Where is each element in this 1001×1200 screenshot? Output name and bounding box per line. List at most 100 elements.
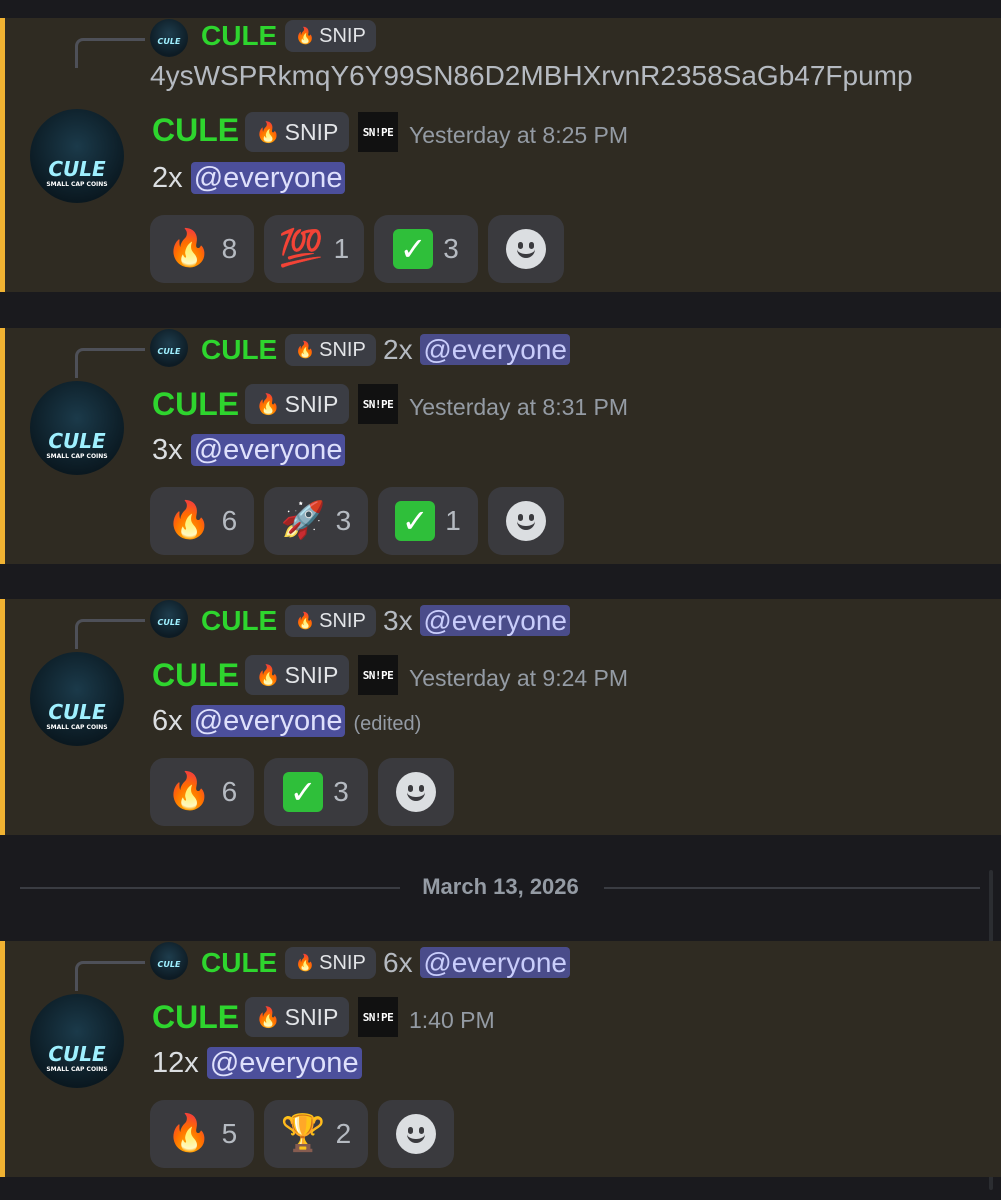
- mention-everyone[interactable]: @everyone: [190, 705, 346, 737]
- reply-role-tag[interactable]: 🔥 SNIP: [285, 334, 376, 366]
- reply-avatar[interactable]: CULE: [150, 19, 188, 57]
- avatar-label: CULE: [48, 157, 106, 181]
- reaction-check[interactable]: ✓ 1: [378, 487, 478, 555]
- timestamp[interactable]: Yesterday at 8:31 PM: [409, 394, 628, 421]
- avatar-sublabel: SMALL CAP COINS: [46, 724, 108, 731]
- reply-content[interactable]: 4ysWSPRkmqY6Y99SN86D2MBHXrvnR2358SaGb47F…: [150, 60, 913, 92]
- reaction-trophy[interactable]: 🏆 2: [264, 1100, 368, 1168]
- fire-icon: 🔥: [295, 955, 316, 972]
- reaction-fire[interactable]: 🔥 5: [150, 1100, 254, 1168]
- user-avatar[interactable]: CULE SMALL CAP COINS: [30, 109, 124, 203]
- role-tag[interactable]: 🔥 SNIP: [245, 112, 349, 152]
- reaction-fire[interactable]: 🔥 6: [150, 487, 254, 555]
- avatar-label: CULE: [48, 1042, 106, 1066]
- mention-everyone[interactable]: @everyone: [420, 334, 570, 365]
- role-tag-label: SNIP: [284, 390, 339, 417]
- username[interactable]: CULE: [152, 999, 239, 1036]
- fire-icon: 🔥: [166, 1113, 212, 1154]
- reply-role-tag[interactable]: 🔥 SNIP: [285, 947, 376, 979]
- avatar-label: CULE: [48, 700, 106, 724]
- smiley-icon: [506, 229, 546, 269]
- username[interactable]: CULE: [152, 657, 239, 694]
- message-content: 3x @everyone: [152, 434, 346, 467]
- reply-content[interactable]: 6x @everyone: [383, 947, 570, 979]
- user-avatar[interactable]: CULE SMALL CAP COINS: [30, 994, 124, 1088]
- avatar-sublabel: SMALL CAP COINS: [46, 181, 108, 188]
- message-content: 6x @everyone (edited): [152, 705, 421, 738]
- reply-role-tag[interactable]: 🔥 SNIP: [285, 20, 376, 52]
- role-tag[interactable]: 🔥 SNIP: [245, 997, 349, 1037]
- role-tag-label: SNIP: [284, 1003, 339, 1030]
- snipe-badge-icon: SN!PE: [358, 655, 398, 695]
- check-mark-icon: ✓: [283, 772, 324, 812]
- username[interactable]: CULE: [152, 386, 239, 423]
- reply-connector: [75, 961, 145, 991]
- timestamp[interactable]: Yesterday at 8:25 PM: [409, 122, 628, 149]
- reply-username[interactable]: CULE: [201, 605, 277, 637]
- add-reaction-button[interactable]: [378, 1100, 454, 1168]
- timestamp[interactable]: Yesterday at 9:24 PM: [409, 665, 628, 692]
- role-tag[interactable]: 🔥 SNIP: [245, 384, 349, 424]
- reply-username[interactable]: CULE: [201, 20, 277, 52]
- message-content: 12x @everyone: [152, 1047, 362, 1080]
- avatar-label: CULE: [157, 347, 181, 356]
- timestamp[interactable]: 1:40 PM: [409, 1007, 495, 1034]
- fire-icon: 🔥: [295, 613, 316, 630]
- reaction-count: 3: [333, 776, 349, 807]
- reply-avatar[interactable]: CULE: [150, 329, 188, 367]
- fire-icon: 🔥: [255, 121, 281, 144]
- message-2[interactable]: CULE CULE 🔥 SNIP 2x @everyone CULE SMALL …: [0, 328, 1001, 564]
- user-avatar[interactable]: CULE SMALL CAP COINS: [30, 381, 124, 475]
- reaction-fire[interactable]: 🔥 8: [150, 215, 254, 283]
- check-mark-icon: ✓: [395, 501, 436, 541]
- add-reaction-button[interactable]: [378, 758, 454, 826]
- rocket-icon: 🚀: [280, 500, 326, 541]
- reply-avatar[interactable]: CULE: [150, 600, 188, 638]
- reply-role-tag[interactable]: 🔥 SNIP: [285, 605, 376, 637]
- smiley-icon: [396, 1114, 436, 1154]
- mention-everyone[interactable]: @everyone: [190, 162, 346, 194]
- reaction-count: 1: [333, 233, 350, 264]
- reaction-check[interactable]: ✓ 3: [264, 758, 368, 826]
- message-text: 12x: [152, 1047, 199, 1079]
- reply-username[interactable]: CULE: [201, 334, 277, 366]
- reply-connector: [75, 348, 145, 378]
- reaction-check[interactable]: ✓ 3: [374, 215, 478, 283]
- reaction-count: 8: [221, 233, 238, 264]
- mention-everyone[interactable]: @everyone: [420, 947, 570, 978]
- reply-content[interactable]: 3x @everyone: [383, 605, 570, 637]
- avatar-label: CULE: [157, 960, 181, 969]
- reply-avatar[interactable]: CULE: [150, 942, 188, 980]
- reply-text: 6x: [383, 947, 413, 978]
- message-4[interactable]: CULE CULE 🔥 SNIP 6x @everyone CULE SMALL …: [0, 941, 1001, 1177]
- mention-everyone[interactable]: @everyone: [190, 434, 346, 466]
- role-tag[interactable]: 🔥 SNIP: [245, 655, 349, 695]
- fire-icon: 🔥: [255, 664, 281, 687]
- avatar-label: CULE: [48, 429, 106, 453]
- user-avatar[interactable]: CULE SMALL CAP COINS: [30, 652, 124, 746]
- message-1[interactable]: CULE CULE 🔥 SNIP 4ysWSPRkmqY6Y99SN86D2MBH…: [0, 18, 1001, 292]
- add-reaction-button[interactable]: [488, 487, 564, 555]
- snipe-badge-icon: SN!PE: [358, 997, 398, 1037]
- add-reaction-button[interactable]: [488, 215, 564, 283]
- snipe-badge-icon: SN!PE: [358, 112, 398, 152]
- avatar-label: CULE: [157, 618, 181, 627]
- reply-username[interactable]: CULE: [201, 947, 277, 979]
- fire-icon: 🔥: [295, 342, 316, 359]
- smiley-icon: [506, 501, 546, 541]
- reaction-rocket[interactable]: 🚀 3: [264, 487, 368, 555]
- fire-icon: 🔥: [166, 771, 212, 812]
- mention-everyone[interactable]: @everyone: [420, 605, 570, 636]
- reaction-fire[interactable]: 🔥 6: [150, 758, 254, 826]
- snipe-badge-icon: SN!PE: [358, 384, 398, 424]
- avatar-sublabel: SMALL CAP COINS: [46, 453, 108, 460]
- fire-icon: 🔥: [166, 228, 212, 269]
- reaction-hundred[interactable]: 💯 1: [264, 215, 364, 283]
- reaction-count: 3: [335, 505, 352, 536]
- message-text: 3x: [152, 434, 183, 466]
- message-3[interactable]: CULE CULE 🔥 SNIP 3x @everyone CULE SMALL …: [0, 599, 1001, 835]
- reply-content[interactable]: 2x @everyone: [383, 334, 570, 366]
- role-tag-label: SNIP: [319, 951, 366, 974]
- mention-everyone[interactable]: @everyone: [206, 1047, 362, 1079]
- username[interactable]: CULE: [152, 112, 239, 149]
